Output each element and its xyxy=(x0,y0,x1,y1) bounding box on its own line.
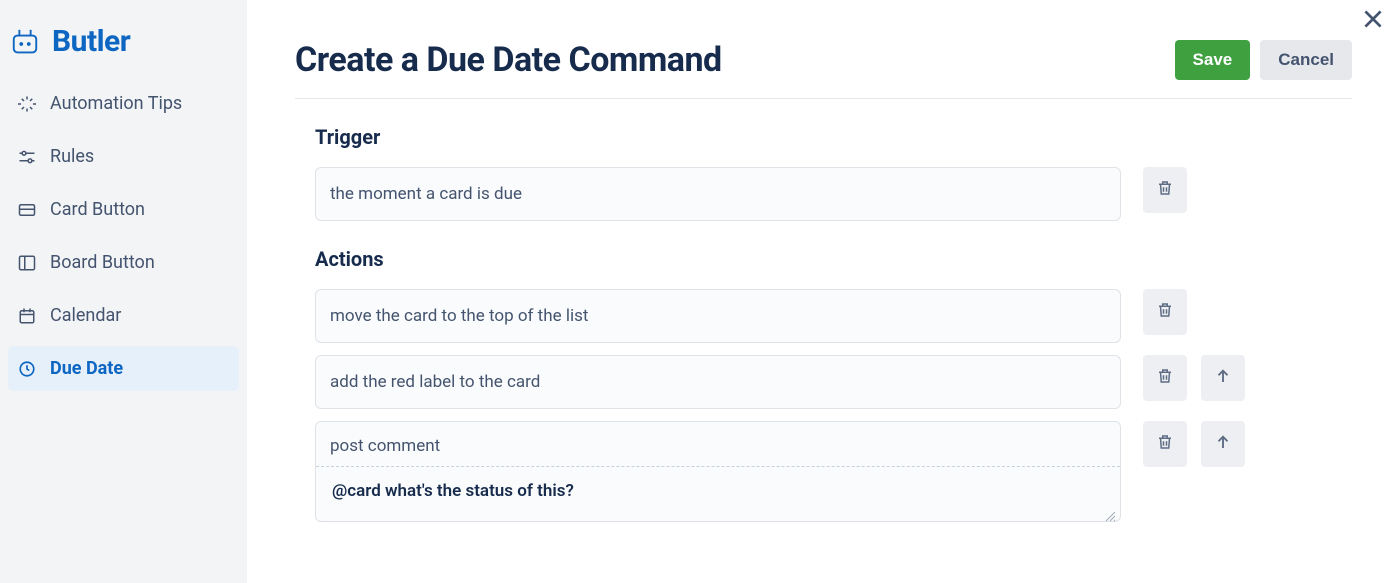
sliders-icon xyxy=(18,148,36,166)
action-text: post comment xyxy=(316,422,1120,467)
sidebar-item-card-button[interactable]: Card Button xyxy=(8,187,239,232)
clock-icon xyxy=(18,360,36,378)
trigger-section-label: Trigger xyxy=(315,125,1352,149)
action-text[interactable]: add the red label to the card xyxy=(315,355,1121,409)
action-row: move the card to the top of the list xyxy=(315,289,1352,343)
brand: Butler xyxy=(8,18,239,81)
cancel-button[interactable]: Cancel xyxy=(1260,40,1352,80)
sidebar-item-automation-tips[interactable]: Automation Tips xyxy=(8,81,239,126)
action-text[interactable]: move the card to the top of the list xyxy=(315,289,1121,343)
app-root: Butler Automation Tips Rules Card Button xyxy=(0,0,1400,583)
trash-icon xyxy=(1156,433,1174,455)
close-button[interactable] xyxy=(1360,6,1386,36)
delete-action-button[interactable] xyxy=(1143,289,1187,335)
board-icon xyxy=(18,254,36,272)
trigger-text[interactable]: the moment a card is due xyxy=(315,167,1121,221)
action-row: add the red label to the card xyxy=(315,355,1352,409)
header: Create a Due Date Command Save Cancel xyxy=(295,40,1352,99)
arrow-up-icon xyxy=(1214,367,1232,389)
sidebar-item-label: Calendar xyxy=(50,305,121,326)
sidebar-item-label: Board Button xyxy=(50,252,155,273)
calendar-icon xyxy=(18,307,36,325)
sidebar-item-calendar[interactable]: Calendar xyxy=(8,293,239,338)
move-up-action-button[interactable] xyxy=(1201,355,1245,401)
trash-icon xyxy=(1156,301,1174,323)
actions-section-label: Actions xyxy=(315,247,1352,271)
comment-text: @card what's the status of this? xyxy=(332,481,574,501)
brand-title: Butler xyxy=(52,24,130,59)
header-actions: Save Cancel xyxy=(1175,40,1352,80)
sidebar-item-label: Automation Tips xyxy=(50,93,182,114)
save-button[interactable]: Save xyxy=(1175,40,1251,80)
close-icon xyxy=(1360,17,1386,36)
butler-robot-icon xyxy=(10,28,40,56)
comment-input[interactable]: @card what's the status of this? xyxy=(316,467,1120,521)
trash-icon xyxy=(1156,179,1174,201)
page-title: Create a Due Date Command xyxy=(295,40,722,80)
delete-action-button[interactable] xyxy=(1143,355,1187,401)
trash-icon xyxy=(1156,367,1174,389)
action-comment-block[interactable]: post comment @card what's the status of … xyxy=(315,421,1121,522)
sidebar: Butler Automation Tips Rules Card Button xyxy=(0,0,247,583)
sparkle-icon xyxy=(18,95,36,113)
resize-handle-icon[interactable] xyxy=(1104,507,1116,519)
action-row: post comment @card what's the status of … xyxy=(315,421,1352,522)
delete-action-button[interactable] xyxy=(1143,421,1187,467)
sidebar-item-label: Due Date xyxy=(50,358,123,379)
main-panel: Create a Due Date Command Save Cancel Tr… xyxy=(247,0,1400,583)
sidebar-item-label: Card Button xyxy=(50,199,145,220)
trigger-row: the moment a card is due xyxy=(315,167,1352,221)
sidebar-item-due-date[interactable]: Due Date xyxy=(8,346,239,391)
card-icon xyxy=(18,201,36,219)
move-up-action-button[interactable] xyxy=(1201,421,1245,467)
sidebar-item-rules[interactable]: Rules xyxy=(8,134,239,179)
delete-trigger-button[interactable] xyxy=(1143,167,1187,213)
sidebar-item-label: Rules xyxy=(50,146,94,167)
arrow-up-icon xyxy=(1214,433,1232,455)
sidebar-item-board-button[interactable]: Board Button xyxy=(8,240,239,285)
